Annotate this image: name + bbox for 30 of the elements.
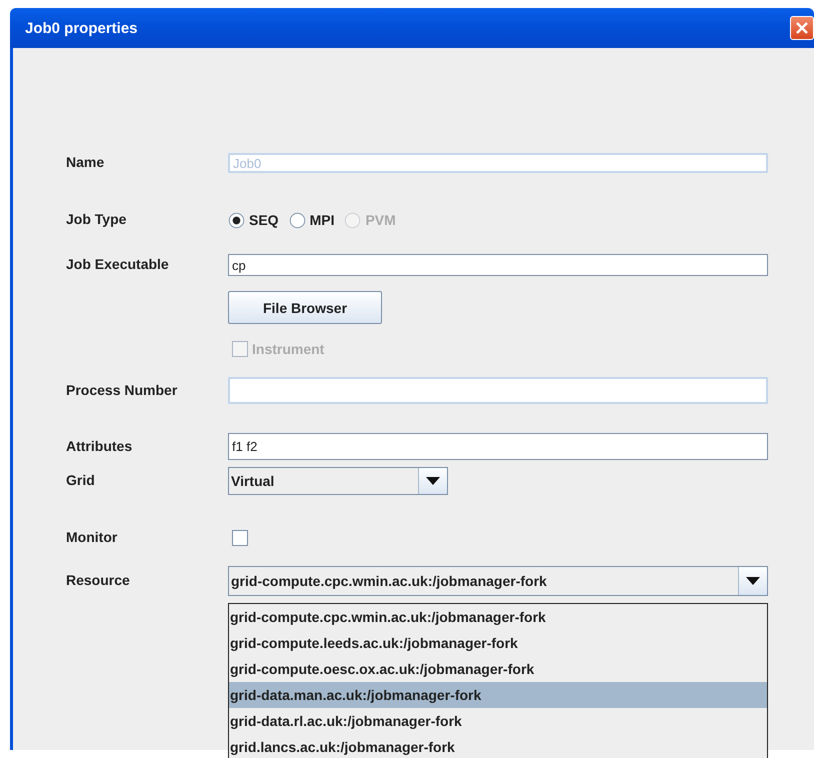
field-label: Grid: [66, 472, 95, 488]
radio-button[interactable]: MPI: [288, 212, 334, 228]
dropdown[interactable]: grid-compute.cpc.wmin.ac.uk:/jobmanager-fork: [228, 566, 768, 596]
field-label: Monitor: [66, 529, 118, 545]
text-field[interactable]: f1 f2: [228, 433, 768, 460]
dropdown-option[interactable]: grid-compute.cpc.wmin.ac.uk:/jobmanager-fork: [229, 604, 767, 630]
file-browser-button[interactable]: File Browser: [228, 291, 382, 324]
field-label: Process Number: [66, 382, 178, 398]
radio-icon: [228, 212, 245, 228]
dropdown-option[interactable]: grid-compute.oesc.ox.ac.uk:/jobmanager-fork: [229, 656, 767, 682]
radio-button[interactable]: SEQ: [228, 212, 279, 228]
radio-icon: [344, 212, 362, 228]
close-button[interactable]: [790, 16, 814, 40]
text-field[interactable]: cp: [228, 254, 768, 276]
checkbox[interactable]: [232, 530, 248, 546]
field-label: Attributes: [66, 438, 132, 454]
window-title: Job0 properties: [25, 20, 138, 36]
field-label: Resource: [66, 572, 130, 588]
field-label: Job Type: [66, 211, 126, 227]
close-icon: [795, 21, 809, 35]
caret-icon: [426, 477, 440, 485]
dropdown[interactable]: Virtual: [228, 467, 448, 495]
field-label: Job Executable: [66, 256, 169, 272]
caret-icon: [746, 577, 760, 585]
dropdown-option[interactable]: grid-data.rl.ac.uk:/jobmanager-fork: [229, 708, 767, 734]
radio-icon: [288, 212, 306, 228]
dropdown-option[interactable]: grid-compute.leeds.ac.uk:/jobmanager-fork: [229, 630, 767, 656]
dropdown-option[interactable]: grid-data.man.ac.uk:/jobmanager-fork: [229, 682, 767, 708]
field-label: Name: [66, 154, 104, 170]
dropdown-option[interactable]: grid.lancs.ac.uk:/jobmanager-fork: [229, 734, 767, 758]
